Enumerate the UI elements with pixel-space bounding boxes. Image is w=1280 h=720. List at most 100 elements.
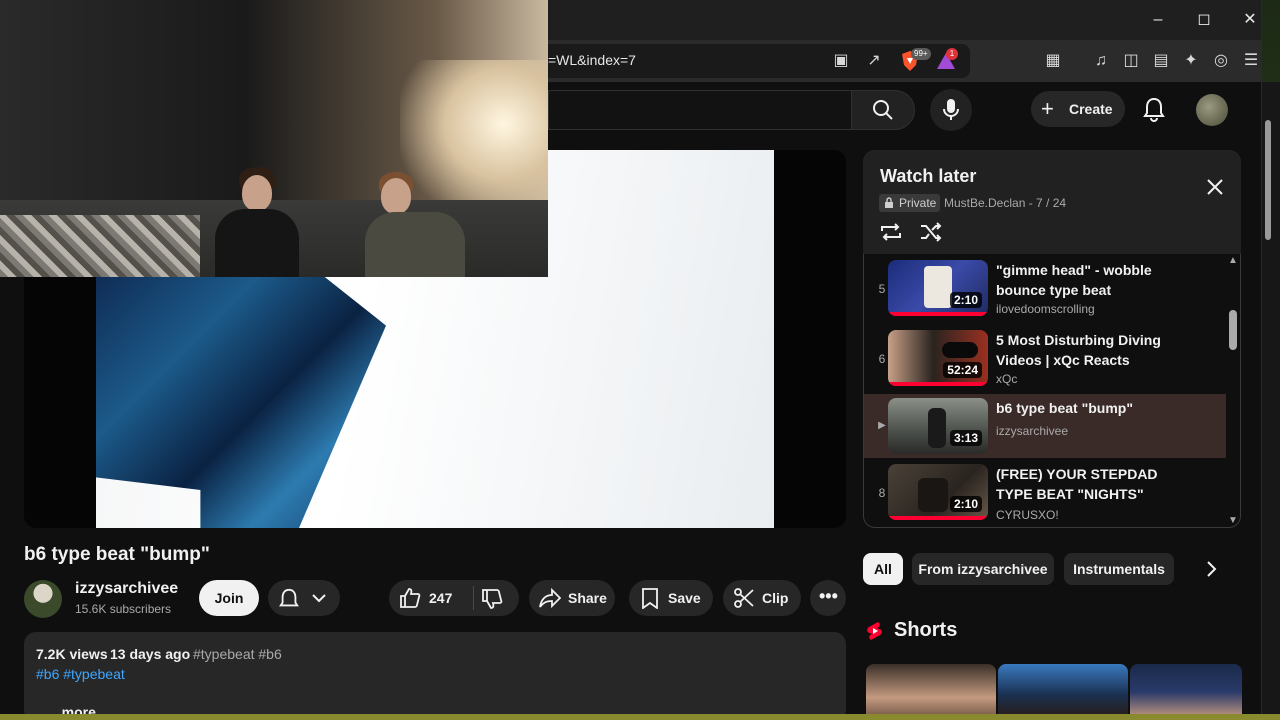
wallet-icon[interactable]: ▤ (1149, 49, 1173, 73)
description-box[interactable] (24, 632, 846, 714)
duration-badge: 52:24 (943, 362, 982, 378)
shorts-title: Shorts (894, 619, 958, 641)
search-icon (872, 99, 894, 121)
privacy-label: Private (899, 196, 937, 210)
playlist-item[interactable]: 5 2:10 "gimme head" - wobble bounce type… (864, 256, 1226, 326)
shuffle-icon[interactable] (918, 219, 944, 245)
playlist-item-channel: CYRUSXO! (996, 508, 1059, 522)
search-input[interactable] (548, 90, 852, 130)
playlist-title[interactable]: Watch later (880, 166, 976, 187)
duration-badge: 2:10 (949, 496, 982, 512)
share-label: Share (568, 590, 607, 606)
join-button[interactable]: Join (199, 580, 259, 616)
playlist-item-thumbnail: 2:10 (888, 464, 988, 520)
playlist-item-current[interactable]: ▶ 3:13 b6 type beat "bump" izzysarchivee (864, 394, 1226, 464)
short-thumbnail[interactable] (998, 664, 1128, 714)
watch-progress-bar (888, 516, 988, 520)
scissors-icon (733, 587, 755, 609)
maximize-icon[interactable]: ◻ (1190, 8, 1218, 32)
close-playlist-icon[interactable] (1204, 176, 1226, 198)
playlist-item-thumbnail: 3:13 (888, 398, 988, 454)
lock-icon (884, 197, 894, 209)
create-label: Create (1069, 101, 1113, 117)
webcam-person-left (205, 165, 305, 277)
inline-hashtags[interactable]: #typebeat #b6 (193, 646, 282, 662)
subscriber-count: 15.6K subscribers (75, 602, 172, 616)
show-more-link[interactable]: ...more (50, 704, 96, 714)
more-horizontal-icon: ••• (819, 586, 838, 606)
microphone-icon (942, 98, 960, 122)
channel-avatar[interactable] (24, 580, 62, 618)
page-scrollbar-thumb[interactable] (1265, 120, 1271, 240)
share-button[interactable]: Share (529, 580, 615, 616)
loop-icon[interactable] (878, 219, 904, 245)
short-thumbnail[interactable] (866, 664, 996, 714)
share-page-icon[interactable]: ↗ (862, 49, 886, 73)
search-button[interactable] (851, 90, 915, 130)
scroll-down-arrow[interactable]: ▼ (1228, 515, 1238, 526)
scroll-up-arrow[interactable]: ▲ (1228, 255, 1238, 266)
upload-date: 13 days ago (110, 646, 191, 662)
playlist-scrollbar[interactable] (1229, 310, 1237, 350)
short-thumbnail[interactable] (1130, 664, 1242, 714)
playlist-item-channel: izzysarchivee (996, 424, 1069, 438)
close-icon[interactable]: ✕ (1236, 8, 1261, 32)
music-icon[interactable]: ♫ (1089, 49, 1113, 73)
more-actions-button[interactable]: ••• (810, 580, 846, 616)
save-button[interactable]: Save (629, 580, 713, 616)
playlist-item-channel: xQc (996, 372, 1018, 386)
save-label: Save (668, 590, 701, 606)
bookmark-icon (640, 587, 660, 609)
duration-badge: 2:10 (949, 292, 982, 308)
share-icon (539, 587, 561, 609)
like-count[interactable]: 247 (429, 590, 452, 606)
playlist-item-title: "gimme head" - wobble bounce type beat (996, 262, 1152, 298)
channel-name[interactable]: izzysarchivee (75, 580, 178, 598)
subscription-bell-button[interactable] (268, 580, 340, 616)
vpn-icon[interactable]: ◎ (1209, 49, 1233, 73)
view-count: 7.2K views (36, 646, 108, 662)
description-hashtags[interactable]: #b6 #typebeat (36, 666, 125, 682)
playlist-item-title: 5 Most Disturbing Diving Videos | xQc Re… (996, 332, 1161, 368)
sidebar-icon[interactable]: ◫ (1119, 49, 1143, 73)
minimize-icon[interactable]: – (1144, 8, 1172, 32)
chip-instrumentals[interactable]: Instrumentals (1064, 553, 1174, 585)
webcam-person-right (365, 170, 480, 277)
cast-icon[interactable]: ▣ (829, 49, 853, 73)
playlist-item[interactable]: 6 52:24 5 Most Disturbing Diving Videos … (864, 326, 1226, 396)
like-divider (473, 586, 474, 610)
chip-from-channel[interactable]: From izzysarchivee (912, 553, 1054, 585)
privacy-badge: Private (879, 194, 941, 212)
url-text[interactable]: =WL&index=7 (548, 52, 636, 68)
account-avatar[interactable] (1196, 94, 1228, 126)
like-icon[interactable] (399, 587, 421, 609)
dislike-icon[interactable] (481, 588, 503, 610)
voice-search-button[interactable] (930, 89, 972, 131)
playlist-item-title: (FREE) YOUR STEPDAD TYPE BEAT "NIGHTS" (996, 466, 1158, 502)
playlist-item[interactable]: 8 2:10 (FREE) YOUR STEPDAD TYPE BEAT "NI… (864, 460, 1226, 530)
menu-icon[interactable]: ☰ (1239, 49, 1261, 73)
webcam-blanket (0, 215, 200, 277)
leo-ai-icon[interactable]: ✦ (1179, 49, 1203, 73)
chevron-right-icon[interactable] (1200, 558, 1222, 580)
like-dislike-group: 247 (389, 580, 519, 616)
reader-mode-icon[interactable]: ▦ (1041, 49, 1065, 73)
chip-all[interactable]: All (863, 553, 903, 585)
watch-progress-bar (888, 312, 988, 316)
bell-icon (278, 587, 300, 611)
playlist-item-title: b6 type beat "bump" (996, 400, 1133, 416)
plus-icon: + (1041, 96, 1054, 121)
duration-badge: 3:13 (949, 430, 982, 446)
playlist-item-channel: ilovedoomscrolling (996, 302, 1095, 316)
playlist-item-thumbnail: 52:24 (888, 330, 988, 386)
clip-button[interactable]: Clip (723, 580, 801, 616)
notifications-bell-icon[interactable] (1142, 96, 1166, 122)
clip-label: Clip (762, 590, 789, 606)
shorts-logo-icon (864, 620, 886, 642)
watch-progress-bar (888, 382, 988, 386)
playlist-owner-progress[interactable]: MustBe.Declan - 7 / 24 (944, 196, 1066, 210)
brave-badge: 99+ (911, 48, 931, 60)
video-title: b6 type beat "bump" (24, 544, 210, 565)
create-button[interactable]: + Create (1031, 91, 1125, 127)
chevron-down-icon (312, 589, 326, 607)
